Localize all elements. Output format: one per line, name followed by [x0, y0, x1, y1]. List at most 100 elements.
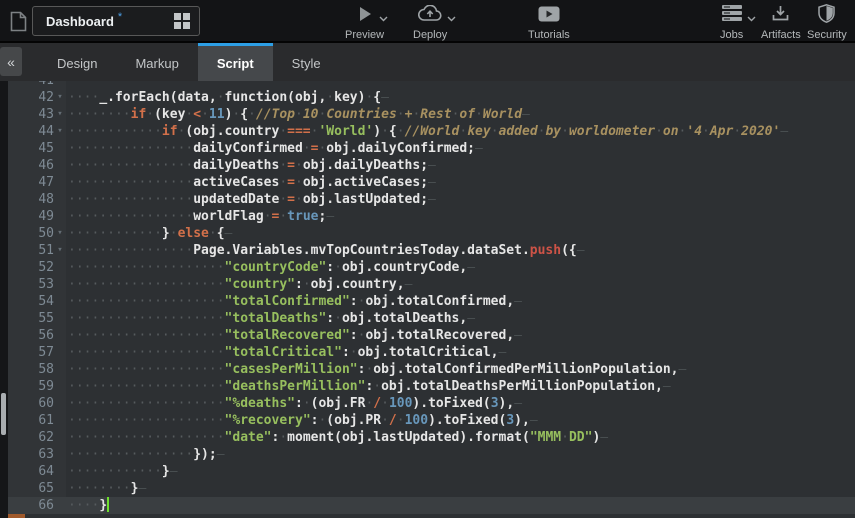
code-text[interactable]: ····_.forEach(data,·function(obj,·key)·{…: [66, 89, 389, 106]
tab-markup[interactable]: Markup: [116, 43, 197, 81]
line-number: 63: [8, 446, 54, 463]
line-number: 50: [8, 225, 54, 242]
fold-arrow-icon[interactable]: ▾: [54, 89, 66, 106]
code-line-60[interactable]: 60····················"%deaths":·(obj.FR…: [8, 395, 855, 412]
gutter: 47: [8, 174, 66, 191]
chevron-down-icon[interactable]: [747, 9, 756, 27]
fold-arrow-icon[interactable]: ▾: [54, 106, 66, 123]
code-text[interactable]: ················dailyDeaths·=·obj.dailyD…: [66, 157, 436, 174]
code-line-57[interactable]: 57····················"totalCritical":·o…: [8, 344, 855, 361]
code-line-52[interactable]: 52····················"countryCode":·obj…: [8, 259, 855, 276]
code-line-49[interactable]: 49 ················worldFlag·=·true;–: [8, 208, 855, 225]
tutorials-button[interactable]: Tutorials: [528, 5, 570, 41]
code-text[interactable]: [66, 81, 68, 89]
eol-mark: –: [428, 192, 436, 207]
code-text[interactable]: ····················"date":·moment(obj.l…: [66, 429, 608, 446]
gutter: 54: [8, 293, 66, 310]
line-number: 66: [8, 497, 54, 514]
code-line-56[interactable]: 56····················"totalRecovered":·…: [8, 327, 855, 344]
code-line-55[interactable]: 55····················"totalDeaths":·obj…: [8, 310, 855, 327]
code-text[interactable]: ········if·(key·<·11)·{·//Top·10·Countri…: [66, 106, 530, 123]
pages-grid-icon[interactable]: [174, 13, 190, 29]
deploy-button[interactable]: Deploy: [413, 5, 447, 41]
code-line-64[interactable]: 64 ············}–: [8, 463, 855, 480]
code-line-63[interactable]: 63 ················});–: [8, 446, 855, 463]
security-button[interactable]: Security: [807, 5, 847, 41]
fold-spacer: [54, 327, 66, 344]
left-scrollbar-thumb[interactable]: [1, 393, 6, 435]
fold-spacer: [54, 480, 66, 497]
line-number: 51: [8, 242, 54, 259]
code-line-53[interactable]: 53····················"country":·obj.cou…: [8, 276, 855, 293]
code-text[interactable]: ····················"countryCode":·obj.c…: [66, 259, 475, 276]
preview-button[interactable]: Preview: [345, 5, 384, 41]
code-text[interactable]: ····················"totalConfirmed":·ob…: [66, 293, 522, 310]
gutter: 59: [8, 378, 66, 395]
code-line-50[interactable]: 50▾············}·else·{–: [8, 225, 855, 242]
code-line-65[interactable]: 65········}–: [8, 480, 855, 497]
fold-arrow-icon[interactable]: ▾: [54, 225, 66, 242]
eol-mark: –: [679, 362, 687, 377]
code-text[interactable]: ············if·(obj.country·===·'World')…: [66, 123, 788, 140]
code-text[interactable]: ····················"%recovery":·(obj.PR…: [66, 412, 538, 429]
code-line-66[interactable]: 66 ····}: [8, 497, 855, 514]
gutter: 46: [8, 157, 66, 174]
code-text[interactable]: ····················"casesPerMillion":·o…: [66, 361, 686, 378]
code-line-43[interactable]: 43▾········if·(key·<·11)·{·//Top·10·Coun…: [8, 106, 855, 123]
code-text[interactable]: ················});–: [66, 446, 225, 463]
code-text[interactable]: ············}·else·{–: [66, 225, 232, 242]
code-text[interactable]: ····················"totalRecovered":·ob…: [66, 327, 522, 344]
eol-mark: –: [405, 277, 413, 292]
code-text[interactable]: ····}: [66, 497, 109, 514]
code-line-59[interactable]: 59····················"deathsPerMillion"…: [8, 378, 855, 395]
code-text[interactable]: ················activeCases·=·obj.active…: [66, 174, 436, 191]
code-text[interactable]: ················dailyConfirmed·=·obj.dai…: [66, 140, 483, 157]
collapse-panel-button[interactable]: «: [0, 47, 22, 76]
file-icon[interactable]: [5, 7, 31, 36]
code-line-54[interactable]: 54····················"totalConfirmed":·…: [8, 293, 855, 310]
code-line-47[interactable]: 47················activeCases·=·obj.acti…: [8, 174, 855, 191]
fold-arrow-icon[interactable]: ▾: [54, 242, 66, 259]
preview-label: Preview: [345, 29, 384, 41]
stack-icon: [722, 5, 742, 27]
line-number: 64: [8, 463, 54, 480]
code-line-44[interactable]: 44▾············if·(obj.country·===·'Worl…: [8, 123, 855, 140]
code-text[interactable]: ····················"country":·obj.count…: [66, 276, 412, 293]
code-line-41[interactable]: 41: [8, 81, 855, 89]
code-line-48[interactable]: 48················updatedDate·=·obj.last…: [8, 191, 855, 208]
line-number: 46: [8, 157, 54, 174]
code-text[interactable]: ················Page.Variables.mvTopCoun…: [66, 242, 585, 259]
code-text[interactable]: ····················"totalDeaths":·obj.t…: [66, 310, 475, 327]
code-line-42[interactable]: 42▾····_.forEach(data,·function(obj,·key…: [8, 89, 855, 106]
jobs-button[interactable]: Jobs: [720, 5, 743, 41]
tab-style[interactable]: Style: [273, 43, 340, 81]
text-cursor: [107, 497, 109, 512]
fold-arrow-icon[interactable]: ▾: [54, 123, 66, 140]
tab-design[interactable]: Design: [38, 43, 116, 81]
script-editor[interactable]: 4142▾····_.forEach(data,·function(obj,·k…: [0, 81, 855, 518]
page-tab-dashboard[interactable]: Dashboard *: [32, 6, 200, 36]
code-line-62[interactable]: 62 ····················"date":·moment(obj…: [8, 429, 855, 446]
line-number: 49: [8, 208, 54, 225]
code-text[interactable]: ················updatedDate·=·obj.lastUp…: [66, 191, 436, 208]
line-number: 62: [8, 429, 54, 446]
chevron-down-icon[interactable]: [447, 9, 456, 27]
code-text[interactable]: ········}–: [66, 480, 146, 497]
code-text[interactable]: ····················"totalCritical":·obj…: [66, 344, 506, 361]
chevron-down-icon[interactable]: [379, 9, 388, 27]
fold-spacer: [54, 344, 66, 361]
artifacts-button[interactable]: Artifacts: [761, 5, 801, 41]
code-text[interactable]: ····················"%deaths":·(obj.FR·/…: [66, 395, 522, 412]
tab-script[interactable]: Script: [198, 43, 273, 81]
code-text[interactable]: ············}–: [66, 463, 178, 480]
code-text[interactable]: ····················"deathsPerMillion":·…: [66, 378, 671, 395]
eol-mark: –: [138, 481, 146, 496]
code-text[interactable]: ················worldFlag·=·true;–: [66, 208, 334, 225]
code-line-51[interactable]: 51▾················Page.Variables.mvTopC…: [8, 242, 855, 259]
code-line-46[interactable]: 46 ················dailyDeaths·=·obj.dail…: [8, 157, 855, 174]
code-line-45[interactable]: 45················dailyConfirmed·=·obj.d…: [8, 140, 855, 157]
gutter: 66: [8, 497, 66, 514]
gutter: 58: [8, 361, 66, 378]
code-line-58[interactable]: 58····················"casesPerMillion":…: [8, 361, 855, 378]
code-line-61[interactable]: 61····················"%recovery":·(obj.…: [8, 412, 855, 429]
